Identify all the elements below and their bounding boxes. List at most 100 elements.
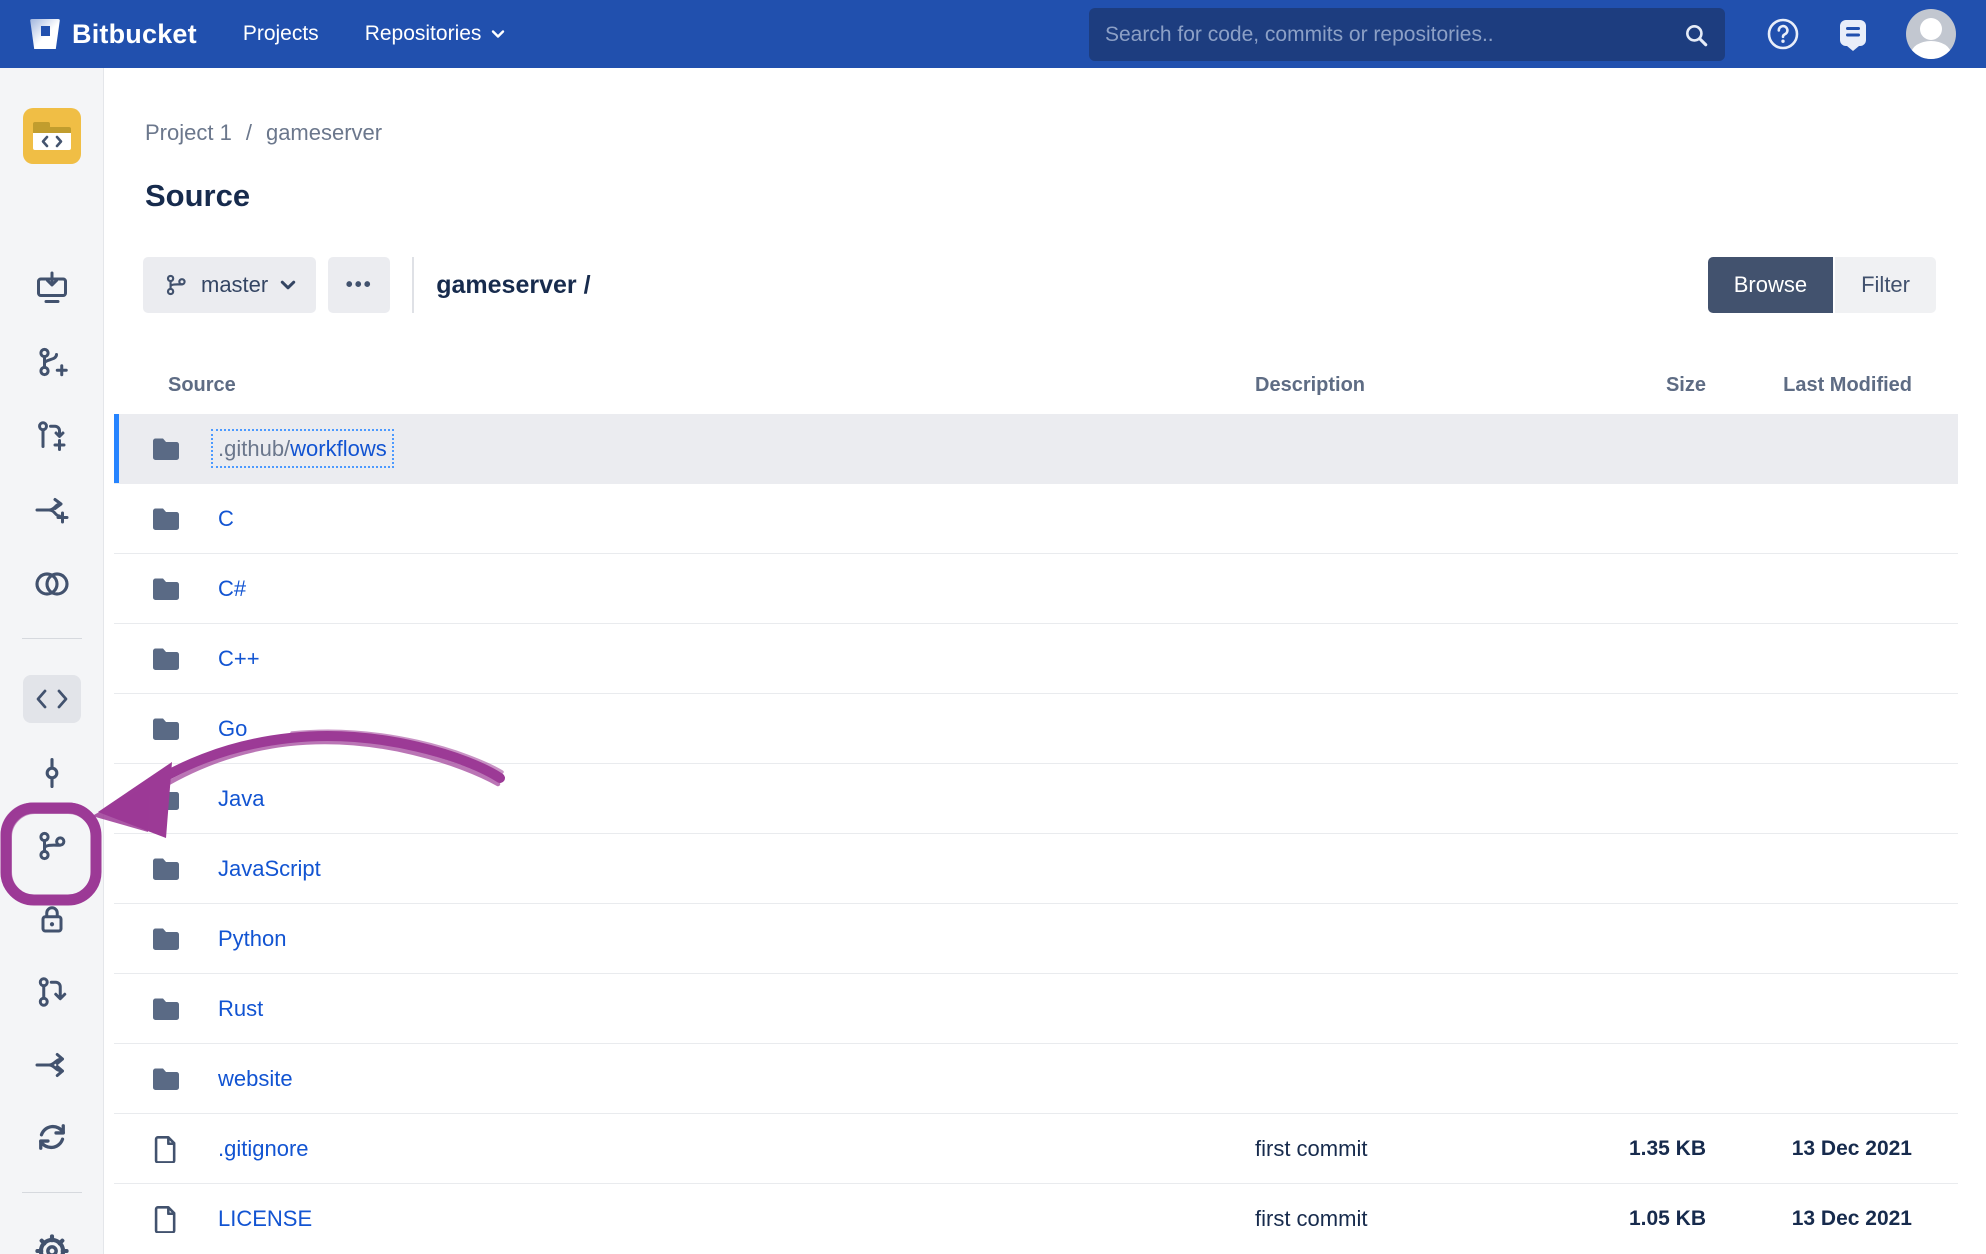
file-name: Rust (218, 996, 263, 1021)
sidebar-item-branches[interactable] (0, 818, 104, 874)
file-name: .gitignore (218, 1136, 309, 1161)
filter-button[interactable]: Filter (1835, 257, 1936, 313)
path-prefix: .github/ (218, 436, 290, 461)
file-name: C (218, 506, 234, 531)
sidebar-item-compare-plus[interactable] (0, 482, 104, 538)
file-link[interactable]: C# (218, 576, 246, 601)
settings-gear-icon (33, 1232, 71, 1254)
file-link[interactable]: Go (218, 716, 247, 741)
folder-icon (151, 857, 181, 881)
brand-name: Bitbucket (72, 19, 197, 50)
file-link[interactable]: JavaScript (218, 856, 321, 881)
table-row[interactable]: JavaScript (114, 834, 1958, 904)
file-size: 1.05 KB (1555, 1207, 1706, 1231)
global-search (1089, 8, 1725, 61)
folder-icon (151, 577, 181, 601)
folder-icon (151, 437, 181, 461)
file-link[interactable]: LICENSE (218, 1206, 312, 1231)
folder-icon (151, 927, 181, 951)
file-name: LICENSE (218, 1206, 312, 1231)
sidebar-item-create-pull-request[interactable] (0, 408, 104, 464)
toolbar-divider (412, 257, 414, 313)
file-link[interactable]: Rust (218, 996, 263, 1021)
sidebar-item-compare[interactable] (0, 1037, 104, 1093)
builds-icon (34, 1119, 70, 1155)
sidebar-divider (22, 1192, 82, 1193)
branch-selector[interactable]: master (143, 257, 316, 313)
last-modified-date: 13 Dec 2021 (1706, 1207, 1912, 1231)
folder-icon (151, 717, 181, 741)
breadcrumb-project[interactable]: Project 1 (145, 120, 232, 146)
folder-icon (151, 997, 181, 1021)
table-row[interactable]: Go (114, 694, 1958, 764)
table-row[interactable]: Python (114, 904, 1958, 974)
table-row[interactable]: C (114, 484, 1958, 554)
pull-requests-icon (34, 974, 70, 1010)
top-navbar: Bitbucket Projects Repositories (0, 0, 1986, 68)
chevron-down-icon (280, 277, 296, 293)
file-name: workflows (290, 436, 387, 461)
sidebar-item-forks[interactable] (0, 556, 104, 612)
file-link[interactable]: .github/workflows (218, 436, 387, 461)
clone-icon (34, 270, 70, 306)
compare-icon (34, 1047, 70, 1083)
file-name: C++ (218, 646, 260, 671)
sidebar-item-create-branch[interactable] (0, 334, 104, 390)
sidebar-item-builds[interactable] (0, 1109, 104, 1165)
table-row[interactable]: Java (114, 764, 1958, 834)
branch-name: master (201, 272, 268, 298)
file-icon (154, 1135, 178, 1163)
file-link[interactable]: C (218, 506, 234, 531)
nav-item-repositories[interactable]: Repositories (365, 22, 506, 46)
folder-icon (151, 787, 181, 811)
file-link[interactable]: Python (218, 926, 287, 951)
table-row[interactable]: website (114, 1044, 1958, 1114)
sidebar-item-clone[interactable] (0, 260, 104, 316)
file-name: JavaScript (218, 856, 321, 881)
sidebar-item-commits[interactable] (0, 745, 104, 801)
column-header-size: Size (1555, 374, 1706, 397)
file-name: Java (218, 786, 264, 811)
file-link[interactable]: C++ (218, 646, 260, 671)
table-row[interactable]: Rust (114, 974, 1958, 1044)
navbar-right (1766, 0, 1986, 68)
feedback-icon[interactable] (1834, 15, 1872, 53)
chevron-down-icon (491, 27, 505, 41)
table-row[interactable]: C++ (114, 624, 1958, 694)
branch-icon (163, 272, 189, 298)
table-row[interactable]: .gitignore first commit 1.35 KB 13 Dec 2… (114, 1114, 1958, 1184)
browse-button[interactable]: Browse (1708, 257, 1833, 313)
table-row[interactable]: C# (114, 554, 1958, 624)
bitbucket-logo[interactable]: Bitbucket (30, 19, 197, 50)
table-row[interactable]: LICENSE first commit 1.05 KB 13 Dec 2021 (114, 1184, 1958, 1254)
more-actions-button[interactable]: ••• (328, 257, 390, 313)
breadcrumb-repo[interactable]: gameserver (266, 120, 382, 146)
search-input[interactable] (1105, 23, 1683, 47)
file-link[interactable]: website (218, 1066, 293, 1091)
folder-icon (151, 1067, 181, 1091)
column-header-description: Description (1255, 374, 1555, 397)
avatar[interactable] (1906, 9, 1956, 59)
help-icon[interactable] (1766, 17, 1800, 51)
file-name: Go (218, 716, 247, 741)
source-toolbar: master ••• gameserver / Browse Filter (143, 257, 1936, 313)
table-row[interactable]: .github/workflows (114, 414, 1958, 484)
search-icon[interactable] (1683, 22, 1709, 48)
source-code-icon (23, 675, 81, 723)
sidebar-item-security[interactable] (0, 891, 104, 947)
repository-icon (23, 108, 81, 164)
create-branch-icon (34, 344, 70, 380)
file-link[interactable]: .gitignore (218, 1136, 309, 1161)
sidebar-item-source[interactable] (0, 671, 104, 727)
file-name: Python (218, 926, 287, 951)
nav-item-projects[interactable]: Projects (243, 22, 319, 46)
left-sidebar (0, 68, 104, 1254)
sidebar-item-repository[interactable] (0, 108, 104, 164)
sidebar-item-settings[interactable] (0, 1223, 104, 1254)
sidebar-item-pull-requests[interactable] (0, 964, 104, 1020)
breadcrumb: Project 1 / gameserver (145, 120, 382, 146)
file-link[interactable]: Java (218, 786, 264, 811)
sidebar-divider (22, 638, 82, 639)
table-header: Source Description Size Last Modified (114, 360, 1958, 410)
column-header-last-modified: Last Modified (1706, 374, 1912, 397)
